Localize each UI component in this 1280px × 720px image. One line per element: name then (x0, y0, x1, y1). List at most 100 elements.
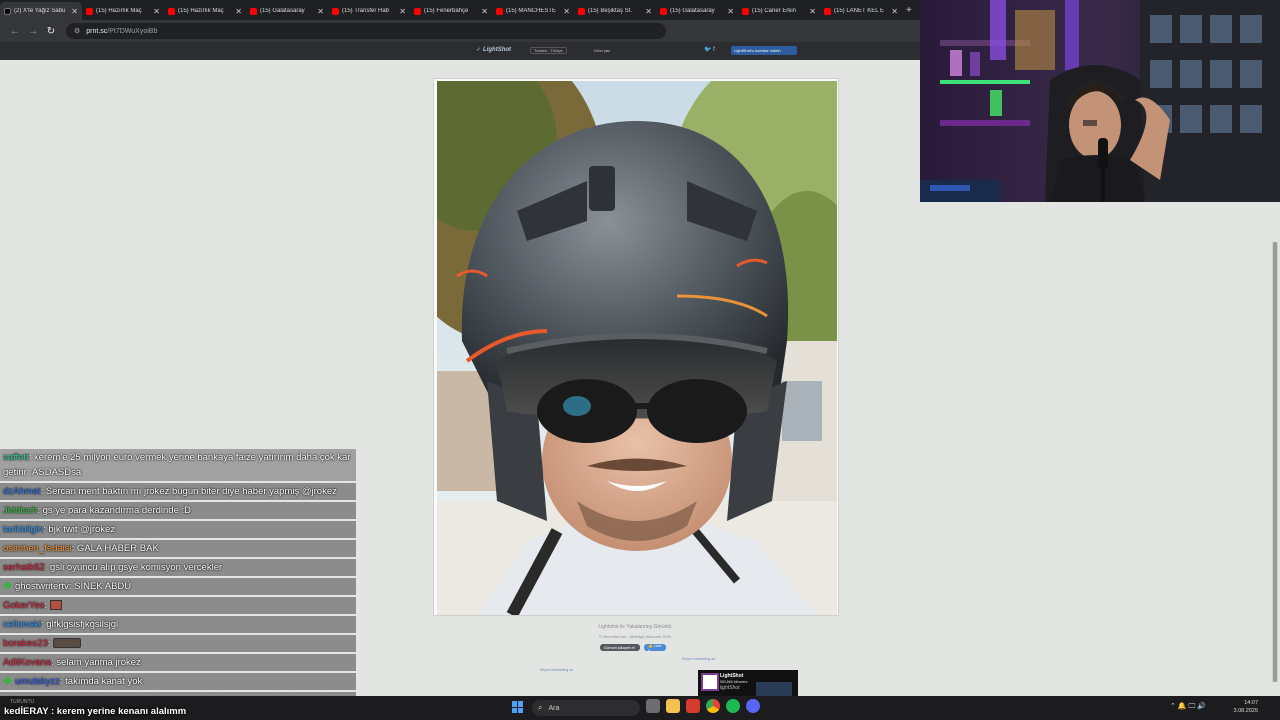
streamer-webcam (920, 0, 1280, 202)
chat-username[interactable]: borakeo23 (3, 638, 48, 649)
browser-tab[interactable]: (15) Caner Erkin ✕ (738, 2, 820, 20)
search-icon: ⌕ (538, 703, 543, 712)
promo-title-2: lightShot (720, 685, 740, 691)
tab-label: (15) Galatasaray (260, 8, 305, 14)
social-icons[interactable]: 🐦 f (704, 46, 715, 53)
close-tab-icon[interactable]: ✕ (809, 7, 816, 16)
feather-icon: ➶ (476, 47, 482, 53)
system-tray[interactable]: ⌃ 🔔 🖵 🔊 (1170, 702, 1206, 711)
scrollbar-thumb[interactable] (1273, 242, 1277, 682)
like-button[interactable]: 👍 Like 0 (644, 643, 666, 653)
lightshot-promo-logo (701, 673, 719, 691)
browser-tab-strip: (2) X'te Yağız Sabu ✕ (15) Hazırlık Maç ✕ (1… (0, 0, 920, 20)
browser-tab[interactable]: (15) LANET KEL E ✕ (820, 2, 902, 20)
chat-username[interactable]: AdilKovana (3, 657, 51, 668)
browser-tab[interactable]: (15) Hazırlık Maç ✕ (164, 2, 246, 20)
chat-text: : (47, 638, 51, 649)
close-tab-icon[interactable]: ✕ (727, 7, 734, 16)
windows-taskbar: TURUNTU ⌕ Ara ⌃ 🔔 🖵 🔊 14:07 3.08.2025 (0, 696, 1280, 720)
browser-tab[interactable]: (15) Fenerbahçe ✕ (410, 2, 492, 20)
new-tab-icon[interactable]: + (906, 5, 912, 16)
browser-tab[interactable]: (15) Galatasaray ✕ (656, 2, 738, 20)
youtube-icon (250, 7, 257, 15)
chat-message: saffett: kerem'e 25 milyon euro vermek y… (0, 449, 356, 481)
youtube-icon (414, 7, 421, 15)
youtube-icon (578, 7, 585, 15)
chat-username[interactable]: ghostwritertv (15, 581, 69, 592)
lightshot-logo[interactable]: ➶ LightShot (476, 46, 511, 53)
app-icon[interactable] (686, 699, 700, 713)
site-info-icon[interactable]: ⚙ (74, 27, 80, 35)
chat-message: borakeo23: (0, 635, 356, 652)
url-host: prnt.sc (86, 27, 108, 35)
discord-icon[interactable] (746, 699, 760, 713)
promo-title: LightShot (720, 673, 744, 679)
forward-icon[interactable]: → (24, 26, 42, 37)
close-tab-icon[interactable]: ✕ (563, 7, 570, 16)
windows-start-icon[interactable] (512, 701, 524, 713)
back-icon[interactable]: ← (6, 26, 24, 37)
close-tab-icon[interactable]: ✕ (153, 7, 160, 16)
image-actions: Görseli şikayet et 👍 Like 0 (600, 643, 666, 653)
download-button[interactable]: LightShot'u ücretsiz indirin (731, 46, 797, 55)
chat-username[interactable]: cellowski (3, 619, 41, 630)
language-select[interactable]: Turkish - Türkçe (530, 47, 567, 54)
browser-tab[interactable]: (15) Transfer Hab ✕ (328, 2, 410, 20)
close-tab-icon[interactable]: ✕ (317, 7, 324, 16)
browser-tab[interactable]: (15) Beşiktaş St. ✕ (574, 2, 656, 20)
promo-widget[interactable]: LightShot 583,866 followers lightShot (698, 670, 798, 696)
report-ad-link[interactable]: Report misleading ad (540, 668, 573, 672)
chat-text: : bjk twit @jrokez (43, 524, 116, 535)
tab-label: (15) Hazırlık Maç (178, 8, 224, 14)
close-tab-icon[interactable]: ✕ (399, 7, 406, 16)
spotify-icon[interactable] (726, 699, 740, 713)
chat-username[interactable]: tarikbilgin (3, 524, 43, 535)
url-path: /Pt7DWuXyoiBb (107, 27, 158, 35)
report-ad-link[interactable]: Report misleading ad (682, 657, 715, 661)
close-tab-icon[interactable]: ✕ (891, 7, 898, 16)
chat-text: : selam yanma jrokez (51, 657, 141, 668)
chat-username[interactable]: saffett (3, 452, 29, 463)
chat-username[interactable]: GokerYes (3, 600, 44, 611)
screenshot-image[interactable] (437, 81, 837, 615)
chat-username[interactable]: osimhen_fedaisi (3, 543, 72, 554)
chat-username[interactable]: dzAhmet (3, 486, 41, 497)
tab-label: (15) Transfer Hab (342, 8, 390, 14)
clock-time: 14:07 (1244, 700, 1258, 706)
nav-link[interactable]: Ürün yaz (594, 48, 610, 53)
clock-date: 3.08.2025 (1233, 708, 1258, 714)
address-bar[interactable]: ⚙ prnt.sc/Pt7DWuXyoiBb (66, 23, 666, 39)
chat-username[interactable]: Jiddisch (3, 505, 37, 516)
lightshot-header: ➶ LightShot Turkish - Türkçe Ürün yaz 🐦 f… (0, 42, 920, 60)
chat-text: : gs ye para kazandırma derdinde :D (37, 505, 191, 516)
close-tab-icon[interactable]: ✕ (71, 7, 78, 16)
tab-label: (2) X'te Yağız Sabu (14, 8, 66, 14)
close-tab-icon[interactable]: ✕ (481, 7, 488, 16)
close-tab-icon[interactable]: ✕ (645, 7, 652, 16)
taskbar-pinned-label: TURUNTU (10, 699, 35, 705)
chat-username[interactable]: serhatk62 (3, 562, 45, 573)
selfie-photo (437, 81, 837, 615)
browser-tab[interactable]: (15) Hazırlık Maç ✕ (82, 2, 164, 20)
chat-message: GokerYes: (0, 597, 356, 614)
chat-emote-icon (49, 600, 62, 611)
taskbar-clock[interactable]: 14:07 3.08.2025 (1228, 699, 1258, 715)
close-tab-icon[interactable]: ✕ (235, 7, 242, 16)
file-explorer-icon[interactable] (666, 699, 680, 713)
browser-tab[interactable]: (2) X'te Yağız Sabu ✕ (0, 2, 82, 20)
tab-label: (15) LANET KEL E (834, 8, 885, 14)
page-scrollbar[interactable] (1272, 242, 1278, 682)
taskbar-search[interactable]: ⌕ Ara (532, 700, 640, 716)
chrome-icon[interactable] (706, 699, 720, 713)
browser-tab[interactable]: (15) Galatasaray ✕ (246, 2, 328, 20)
reload-icon[interactable]: ↻ (42, 26, 60, 37)
taskbar-apps (646, 699, 760, 713)
chat-username[interactable]: umutskyzz (15, 676, 60, 687)
stream-chat-overlay: saffett: kerem'e 25 milyon euro vermek y… (0, 449, 356, 720)
task-view-icon[interactable] (646, 699, 660, 713)
chat-emote-icon (53, 638, 82, 649)
browser-tab[interactable]: (15) MANCHESTE ✕ (492, 2, 574, 20)
logo-text: LightShot (483, 47, 512, 53)
report-image-button[interactable]: Görseli şikayet et (600, 644, 640, 651)
tab-label: (15) Hazırlık Maç (96, 8, 142, 14)
